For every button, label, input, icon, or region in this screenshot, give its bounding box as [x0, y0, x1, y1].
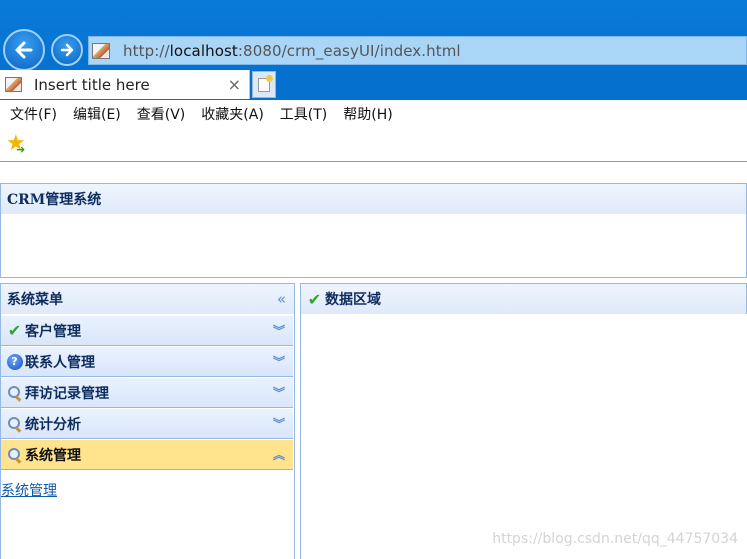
forward-button[interactable]: [51, 34, 83, 66]
accordion-label: 拜访记录管理: [25, 385, 109, 402]
back-button[interactable]: [3, 29, 45, 71]
expand-chevron-icon[interactable]: ︾: [273, 353, 285, 370]
menu-bar: 文件(F) 编辑(E) 查看(V) 收藏夹(A) 工具(T) 帮助(H): [0, 100, 747, 127]
expand-chevron-icon[interactable]: ︾: [273, 415, 285, 432]
tab-title: Insert title here: [34, 75, 150, 94]
help-icon: ?: [6, 353, 23, 370]
north-panel-title: CRM管理系统: [7, 192, 102, 208]
search-icon: [6, 384, 23, 401]
collapse-chevron-icon[interactable]: ︽: [273, 446, 285, 463]
north-panel-body: [0, 214, 747, 278]
west-panel-title: 系统菜单: [7, 292, 63, 308]
system-management-link[interactable]: 系统管理: [1, 480, 57, 500]
menu-item-view[interactable]: 查看(V): [137, 104, 186, 124]
add-favorite-arrow-icon: ➜: [16, 143, 26, 156]
url-scheme: http://: [123, 41, 170, 60]
north-panel-header: CRM管理系统: [0, 183, 747, 215]
center-panel-body: [300, 314, 747, 559]
url-path: :8080/crm_easyUI/index.html: [237, 41, 461, 60]
favorites-bar: ★ ➜: [0, 128, 747, 162]
url-text[interactable]: http://localhost:8080/crm_easyUI/index.h…: [123, 42, 461, 60]
check-icon: ✔: [7, 321, 22, 340]
accordion-item-customers[interactable]: ✔ 客户管理 ︾: [1, 315, 293, 346]
tab-close-icon[interactable]: ×: [228, 75, 241, 94]
search-icon: [6, 415, 23, 432]
menu-item-favorites[interactable]: 收藏夹(A): [201, 104, 264, 124]
address-bar[interactable]: http://localhost:8080/crm_easyUI/index.h…: [88, 36, 747, 65]
accordion-label: 联系人管理: [25, 354, 95, 371]
url-host: localhost: [169, 41, 238, 60]
accordion-label: 客户管理: [25, 323, 81, 340]
menu-item-edit[interactable]: 编辑(E): [73, 104, 121, 124]
west-panel-header: 系统菜单 «: [0, 283, 295, 315]
watermark-text: https://blog.csdn.net/qq_44757034: [492, 531, 738, 547]
accordion-item-system[interactable]: 系统管理 ︽: [1, 439, 293, 470]
tab-active[interactable]: Insert title here ×: [0, 70, 250, 99]
search-icon: [6, 446, 23, 463]
accordion-label: 系统管理: [25, 447, 81, 464]
center-panel-title: 数据区域: [325, 292, 381, 308]
center-panel-header: ✔ 数据区域: [300, 283, 747, 315]
accordion-item-contacts[interactable]: ? 联系人管理 ︾: [1, 346, 293, 377]
arrow-right-icon: [60, 43, 74, 57]
new-tab-icon: [258, 74, 273, 92]
accordion-label: 统计分析: [25, 416, 81, 433]
arrow-left-icon: [15, 41, 33, 59]
expand-chevron-icon[interactable]: ︾: [273, 322, 285, 339]
menu-item-help[interactable]: 帮助(H): [343, 104, 392, 124]
tab-strip: Insert title here ×: [0, 70, 747, 100]
new-tab-button[interactable]: [252, 71, 276, 98]
tab-favicon-icon: [5, 77, 22, 92]
accordion-item-visits[interactable]: 拜访记录管理 ︾: [1, 377, 293, 408]
accordion-item-statistics[interactable]: 统计分析 ︾: [1, 408, 293, 439]
page-favicon-icon: [92, 42, 110, 59]
menu-item-file[interactable]: 文件(F): [10, 104, 57, 124]
check-icon: ✔: [307, 289, 322, 309]
collapse-west-icon[interactable]: «: [277, 290, 286, 308]
expand-chevron-icon[interactable]: ︾: [273, 384, 285, 401]
menu-item-tools[interactable]: 工具(T): [280, 104, 327, 124]
